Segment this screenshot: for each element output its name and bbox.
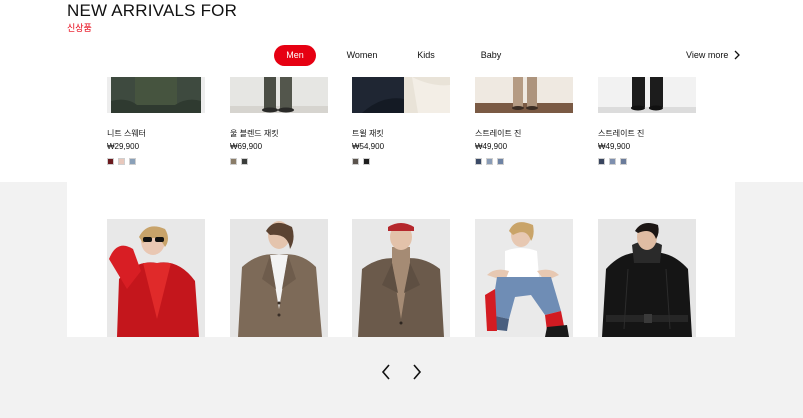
tab-baby[interactable]: Baby (471, 45, 511, 66)
product-image[interactable] (352, 219, 450, 337)
product-price: ₩29,900 (107, 142, 140, 151)
product-image[interactable] (598, 77, 696, 113)
product-image[interactable] (598, 219, 696, 337)
color-swatches (475, 158, 573, 165)
color-swatch[interactable] (486, 158, 493, 165)
product-image[interactable] (107, 77, 205, 113)
color-swatch[interactable] (107, 158, 114, 165)
color-swatch[interactable] (363, 158, 370, 165)
chevron-right-icon (734, 50, 741, 60)
color-swatch[interactable] (609, 158, 616, 165)
product-name: 니트 스웨터 (107, 129, 147, 138)
product-price: ₩54,900 (352, 142, 385, 151)
product-name: 스트레이트 진 (598, 129, 645, 138)
product-card[interactable]: 니트 스웨터 ₩29,900 (107, 77, 205, 165)
view-more-link[interactable]: View more (686, 50, 741, 60)
product-image[interactable] (107, 219, 205, 337)
product-card[interactable]: 트윌 재킷 ₩54,900 (352, 77, 450, 165)
tab-men[interactable]: Men (274, 45, 316, 66)
product-price: ₩49,900 (475, 142, 508, 151)
product-card[interactable]: 스트레이트 진 ₩49,900 (475, 77, 573, 165)
section-heading: NEW ARRIVALS FOR 신상품 (67, 1, 237, 34)
product-image[interactable] (475, 219, 573, 337)
color-swatches (598, 158, 696, 165)
product-price: ₩69,900 (230, 142, 263, 151)
color-swatch[interactable] (497, 158, 504, 165)
product-card[interactable]: 울 블렌드 재킷 ₩69,900 (230, 77, 328, 165)
chevron-left-icon[interactable] (380, 363, 392, 381)
product-image[interactable] (230, 77, 328, 113)
page-title: NEW ARRIVALS FOR (67, 1, 238, 20)
view-more-label: View more (686, 50, 729, 60)
product-price: ₩49,900 (598, 142, 631, 151)
color-swatches (352, 158, 450, 165)
product-image[interactable] (230, 219, 328, 337)
color-swatch[interactable] (598, 158, 605, 165)
product-name: 스트레이트 진 (475, 129, 522, 138)
tab-kids[interactable]: Kids (406, 45, 446, 66)
chevron-right-icon[interactable] (411, 363, 423, 381)
color-swatch[interactable] (475, 158, 482, 165)
product-name: 트윌 재킷 (352, 129, 384, 138)
color-swatches (230, 158, 328, 165)
tab-women[interactable]: Women (332, 45, 392, 66)
product-card[interactable]: 스트레이트 진 ₩49,900 (598, 77, 696, 165)
color-swatch[interactable] (241, 158, 248, 165)
product-name: 울 블렌드 재킷 (230, 129, 279, 138)
color-swatch[interactable] (230, 158, 237, 165)
color-swatch[interactable] (352, 158, 359, 165)
color-swatch[interactable] (118, 158, 125, 165)
color-swatch[interactable] (129, 158, 136, 165)
product-image[interactable] (475, 77, 573, 113)
category-tabs: Men Women Kids Baby (274, 45, 511, 66)
color-swatch[interactable] (620, 158, 627, 165)
page-subtitle: 신상품 (67, 23, 92, 33)
product-image[interactable] (352, 77, 450, 113)
color-swatches (107, 158, 205, 165)
